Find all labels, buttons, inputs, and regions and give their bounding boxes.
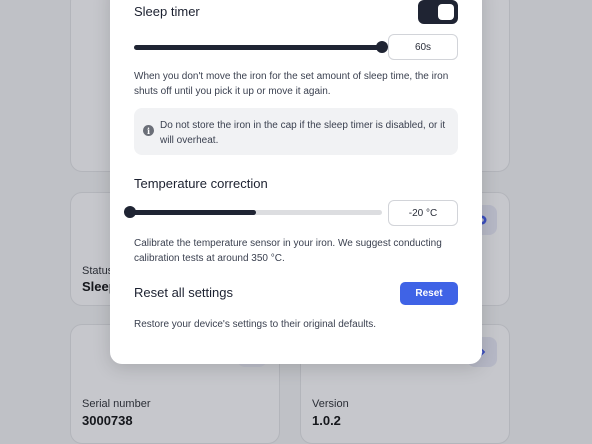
sleep-timer-info-box: i Do not store the iron in the cap if th… (134, 108, 458, 155)
settings-modal: Sleep timer 60s When you don't move the … (110, 0, 482, 364)
sleep-timer-info-text: Do not store the iron in the cap if the … (160, 120, 446, 146)
reset-settings-description: Restore your device's settings to their … (134, 319, 377, 330)
sleep-timer-title: Sleep timer (134, 4, 200, 19)
temperature-correction-slider-fill (130, 210, 256, 215)
temperature-correction-title: Temperature correction (134, 176, 268, 191)
sleep-timer-description: When you don't move the iron for the set… (134, 71, 449, 97)
temperature-correction-slider-thumb[interactable] (124, 206, 136, 218)
serial-number-label: Serial number (82, 398, 151, 410)
status-label: Status (82, 265, 114, 277)
version-value: 1.0.2 (312, 413, 341, 428)
sleep-timer-slider-fill (134, 45, 382, 50)
sleep-timer-toggle[interactable] (418, 0, 458, 24)
sleep-timer-slider[interactable] (134, 41, 388, 53)
temperature-correction-value-input[interactable]: -20 °C (388, 200, 458, 226)
sleep-timer-value-input[interactable]: 60s (388, 34, 458, 60)
temperature-correction-description: Calibrate the temperature sensor in your… (134, 238, 442, 264)
version-label: Version (312, 398, 349, 410)
info-icon: i (143, 125, 154, 136)
sleep-timer-slider-thumb[interactable] (376, 41, 388, 53)
reset-settings-title: Reset all settings (134, 285, 233, 300)
serial-number-value: 3000738 (82, 413, 133, 428)
reset-button[interactable]: Reset (400, 282, 458, 305)
temperature-correction-slider[interactable] (124, 206, 382, 218)
toggle-knob (438, 4, 454, 20)
